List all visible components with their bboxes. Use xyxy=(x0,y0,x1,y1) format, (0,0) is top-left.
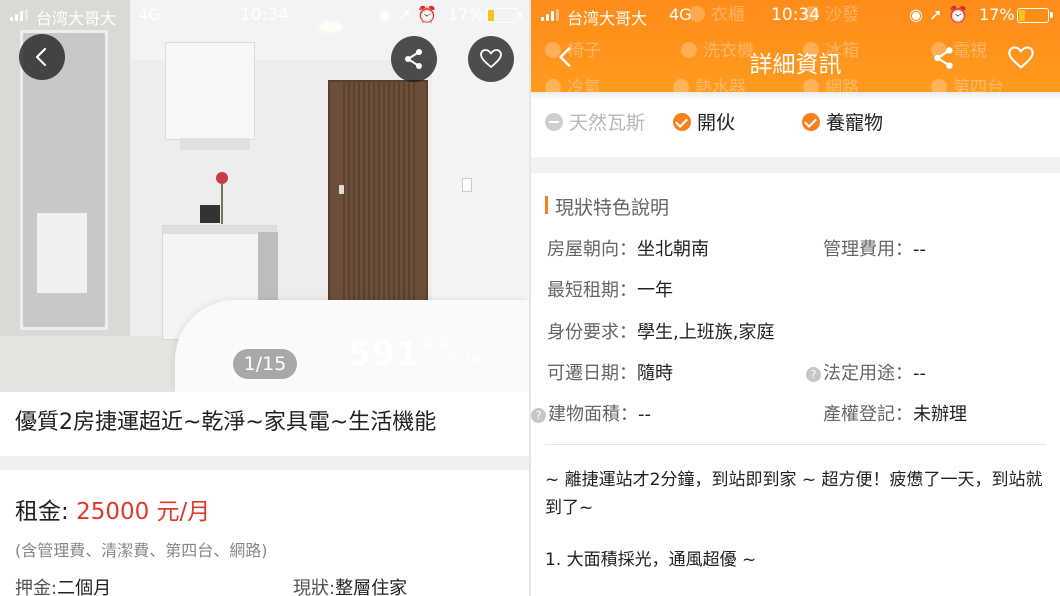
amenity-pets: 養寵物 xyxy=(802,108,883,135)
section-separator xyxy=(531,157,1060,173)
help-icon[interactable]: ? xyxy=(531,408,546,423)
listing-details-screen: 衣櫃 沙發 椅子 洗衣機 冰箱 電視 冷氣 熱水器 網路 第四台 詳細資訊 台湾… xyxy=(531,0,1060,596)
favorite-button[interactable] xyxy=(468,36,514,82)
rent-row: 租金: 25000 元/月 xyxy=(15,492,210,526)
feature-item: 1. 大面積採光，通風超優 ~ xyxy=(545,550,757,570)
favorite-button[interactable] xyxy=(1006,44,1036,76)
share-button[interactable] xyxy=(931,45,957,75)
check-icon xyxy=(673,113,691,131)
photo-counter: 1/15 xyxy=(233,349,297,379)
unavailable-icon xyxy=(545,113,563,131)
photo-range-hood xyxy=(180,138,250,150)
share-button[interactable] xyxy=(391,36,437,82)
floor-area-row: ? 建物面積：-- xyxy=(531,400,651,426)
system-icons: ◉➚⏰ xyxy=(909,5,974,24)
description-text: ~ 離捷運站才2分鐘，到站即到家 ~ 超方便！疲憊了一天，到站就到了~ xyxy=(545,470,1043,518)
system-icons: ◉➚⏰ xyxy=(378,5,443,24)
help-icon[interactable]: ? xyxy=(806,367,821,382)
status-bar: 台湾大哥大 4G 10:34 ◉➚⏰ 17% xyxy=(0,0,529,30)
back-arrow-icon xyxy=(35,47,47,67)
photo-cabinet xyxy=(165,42,255,140)
status-label: 現狀: xyxy=(293,578,336,596)
rent-label: 租金: xyxy=(15,499,69,525)
watermark-bottom: .com.tw xyxy=(422,352,485,368)
listing-title: 優質2房捷運超近~乾淨~家具電~生活機能 xyxy=(15,410,437,435)
photo-flower-stem xyxy=(221,184,223,224)
listing-overview-screen: 591 房屋交易 .com.tw 1/15 台湾大哥大 4G 10:34 ◉➚⏰… xyxy=(0,0,529,596)
photo-outlet xyxy=(462,178,472,192)
photo-flower xyxy=(216,172,228,184)
deposit-row: 押金:二個月 xyxy=(15,574,111,596)
page-title: 詳細資訊 xyxy=(749,52,842,78)
back-arrow-icon xyxy=(559,47,571,67)
section-title: 現狀特色說明 xyxy=(545,193,669,220)
legal-use-row: ? 法定用途：-- xyxy=(806,359,926,385)
location-icon: ➚ xyxy=(928,5,949,24)
ownership-row: 產權登記：未辦理 xyxy=(823,404,967,425)
deposit-value: 二個月 xyxy=(57,578,112,596)
rent-note: (含管理費、清潔費、第四台、網路) xyxy=(15,541,268,560)
amenity-cooking: 開伙 xyxy=(673,108,735,135)
status-bar: 台湾大哥大 4G 10:34 ◉➚⏰ 17% xyxy=(531,0,1060,30)
min-lease-row: 最短租期：一年 xyxy=(547,280,673,301)
heart-icon xyxy=(1008,46,1034,69)
alarm-icon: ⏰ xyxy=(948,5,975,24)
share-icon xyxy=(405,49,422,69)
rent-value: 25000 元/月 xyxy=(76,499,211,525)
photo-wooden-door xyxy=(328,80,428,312)
move-in-row: 可遷日期：隨時 xyxy=(547,363,673,384)
header-shadow xyxy=(531,92,1060,100)
check-icon xyxy=(802,113,820,131)
battery-percent: 17% xyxy=(448,5,484,24)
back-button[interactable] xyxy=(19,34,65,80)
share-icon xyxy=(934,47,953,69)
alarm-icon: ⏰ xyxy=(417,5,444,24)
rotation-lock-icon: ◉ xyxy=(909,5,929,24)
orientation-row: 房屋朝向：坐北朝南 xyxy=(547,239,709,260)
battery-percent: 17% xyxy=(979,5,1015,24)
photo-door-handle xyxy=(339,185,344,194)
divider-line xyxy=(545,444,1046,445)
identity-row: 身份要求：學生,上班族,家庭 xyxy=(547,322,775,343)
battery-icon xyxy=(1017,8,1053,23)
location-icon: ➚ xyxy=(397,5,418,24)
battery-icon xyxy=(486,8,522,23)
status-row: 現狀:整層住家 xyxy=(293,574,407,596)
deposit-label: 押金: xyxy=(15,578,58,596)
section-separator xyxy=(0,456,529,470)
photo-small-tv xyxy=(200,205,220,223)
watermark-591: 591 房屋交易 .com.tw xyxy=(348,334,518,374)
watermark-main: 591 xyxy=(348,334,420,373)
management-fee-row: 管理費用：-- xyxy=(823,239,926,260)
back-button[interactable] xyxy=(553,44,579,74)
watermark-top: 房屋交易 xyxy=(422,338,482,351)
heart-icon xyxy=(480,49,502,69)
status-value: 整層住家 xyxy=(335,578,408,596)
rotation-lock-icon: ◉ xyxy=(378,5,398,24)
amenity-gas: 天然瓦斯 xyxy=(545,108,645,135)
listing-photo[interactable]: 591 房屋交易 .com.tw 1/15 xyxy=(0,0,529,392)
amenities-row: 天然瓦斯 開伙 養寵物 xyxy=(531,108,1060,138)
